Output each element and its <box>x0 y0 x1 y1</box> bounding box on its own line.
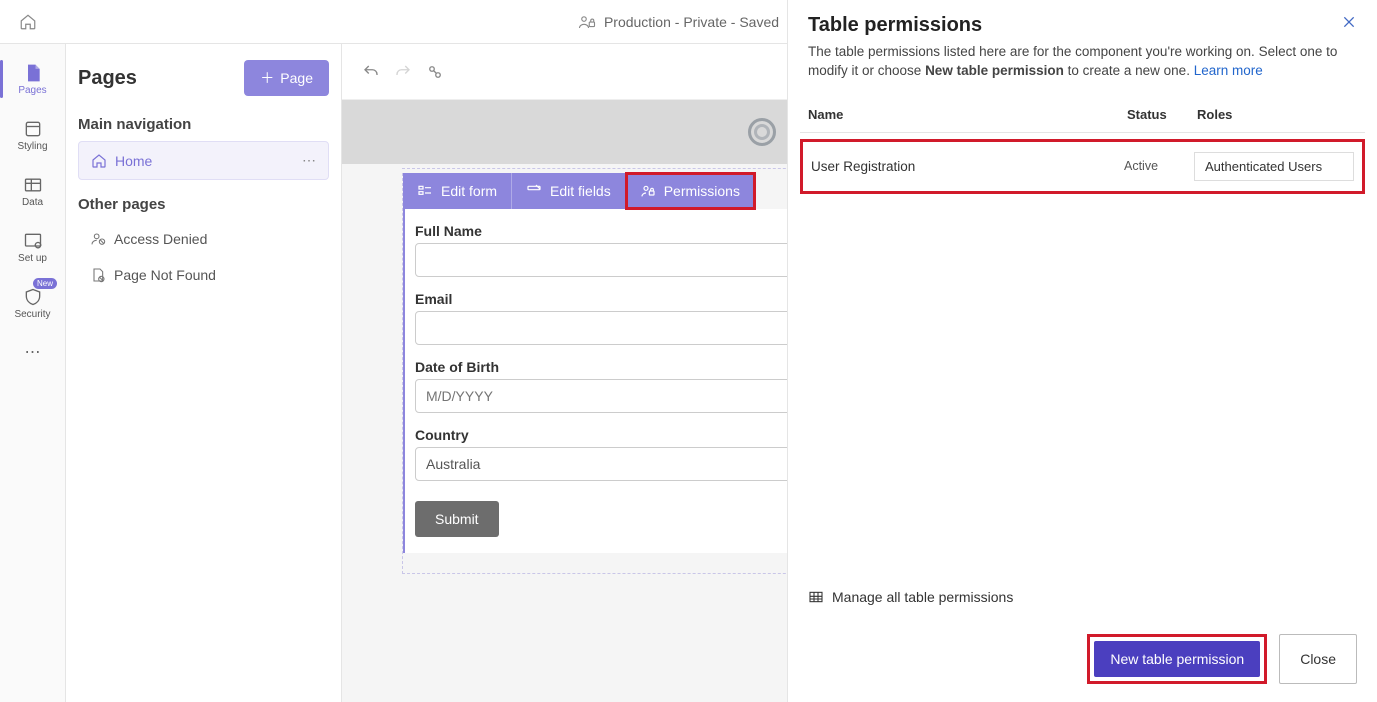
table-header: Name Status Roles <box>800 97 1365 133</box>
country-value: Australia <box>426 456 480 472</box>
redo-button[interactable] <box>394 63 412 81</box>
row-roles: Authenticated Users <box>1194 152 1354 181</box>
page-label: Access Denied <box>114 231 207 247</box>
styling-icon <box>23 119 43 139</box>
row-status: Active <box>1124 159 1194 173</box>
tab-label: Permissions <box>664 183 740 199</box>
rail-pages[interactable]: Pages <box>0 52 65 106</box>
form-icon <box>417 183 433 199</box>
new-page-label: Page <box>280 70 313 86</box>
rail-label: Pages <box>18 85 46 96</box>
data-icon <box>23 175 43 195</box>
table-row[interactable]: User Registration Active Authenticated U… <box>807 144 1358 189</box>
main-nav-heading: Main navigation <box>78 116 329 133</box>
table-permissions-panel: Table permissions The table permissions … <box>787 0 1377 702</box>
col-name-header: Name <box>808 107 1127 122</box>
page-icon <box>23 63 43 83</box>
tab-edit-fields[interactable]: Edit fields <box>512 173 626 209</box>
rail-label: Styling <box>17 141 47 152</box>
left-rail: Pages Styling Data Set up New Security ⋯ <box>0 44 66 702</box>
panel-footer: New table permission Close <box>788 620 1377 702</box>
form-tabs: Edit form Edit fields Permissions <box>403 173 755 209</box>
desc-bold: New table permission <box>925 63 1064 78</box>
col-status-header: Status <box>1127 107 1197 122</box>
home-icon <box>19 13 37 31</box>
panel-description: The table permissions listed here are fo… <box>788 37 1377 97</box>
undo-button[interactable] <box>362 63 380 81</box>
table-icon <box>808 589 824 605</box>
close-panel-button[interactable] <box>1341 14 1357 30</box>
page-row-access-denied[interactable]: Access Denied <box>78 221 329 257</box>
tab-label: Edit form <box>441 183 497 199</box>
tab-label: Edit fields <box>550 183 611 199</box>
new-badge: New <box>33 278 57 289</box>
link-button[interactable] <box>426 63 444 81</box>
person-denied-icon <box>90 231 106 247</box>
highlighted-button: New table permission <box>1087 634 1267 684</box>
panel-title: Table permissions <box>808 14 982 37</box>
new-page-button[interactable]: ＋ Page <box>244 60 329 96</box>
rail-label: Set up <box>18 253 47 264</box>
pages-panel: Pages ＋ Page Main navigation Home ⋯ Othe… <box>66 44 342 702</box>
row-name: User Registration <box>811 159 1124 174</box>
home-button[interactable] <box>12 6 44 38</box>
learn-more-link[interactable]: Learn more <box>1194 63 1263 78</box>
ellipsis-icon[interactable]: ⋯ <box>302 152 316 169</box>
pages-title: Pages <box>78 67 137 90</box>
tab-edit-form[interactable]: Edit form <box>403 173 512 209</box>
ellipsis-icon: ⋯ <box>25 342 41 362</box>
page-label: Page Not Found <box>114 267 216 283</box>
rail-data[interactable]: Data <box>0 164 65 218</box>
page-label: Home <box>115 153 152 169</box>
company-logo-icon <box>748 118 776 146</box>
plus-icon: ＋ <box>260 68 274 88</box>
rail-styling[interactable]: Styling <box>0 108 65 162</box>
manage-all-link[interactable]: Manage all table permissions <box>808 589 1013 605</box>
page-row-not-found[interactable]: Page Not Found <box>78 257 329 293</box>
close-button[interactable]: Close <box>1279 634 1357 684</box>
home-icon <box>91 153 107 169</box>
rail-more[interactable]: ⋯ <box>0 332 65 372</box>
rail-label: Data <box>22 197 43 208</box>
new-table-permission-button[interactable]: New table permission <box>1094 641 1260 677</box>
rail-label: Security <box>14 309 50 320</box>
rail-security[interactable]: New Security <box>0 276 65 330</box>
rail-setup[interactable]: Set up <box>0 220 65 274</box>
tab-permissions[interactable]: Permissions <box>626 173 755 209</box>
people-lock-icon <box>578 13 596 31</box>
close-icon <box>1341 14 1357 30</box>
shield-icon <box>23 287 43 307</box>
manage-label: Manage all table permissions <box>832 589 1013 605</box>
page-missing-icon <box>90 267 106 283</box>
page-row-home[interactable]: Home ⋯ <box>78 141 329 180</box>
desc-suffix: to create a new one. <box>1064 63 1194 78</box>
environment-label: Production - Private - Saved <box>604 14 779 30</box>
fields-icon <box>526 183 542 199</box>
highlighted-row: User Registration Active Authenticated U… <box>800 139 1365 194</box>
submit-button[interactable]: Submit <box>415 501 499 537</box>
permissions-icon <box>640 183 656 199</box>
col-roles-header: Roles <box>1197 107 1357 122</box>
permissions-table: Name Status Roles User Registration Acti… <box>800 97 1365 194</box>
other-pages-heading: Other pages <box>78 196 329 213</box>
setup-icon <box>23 231 43 251</box>
